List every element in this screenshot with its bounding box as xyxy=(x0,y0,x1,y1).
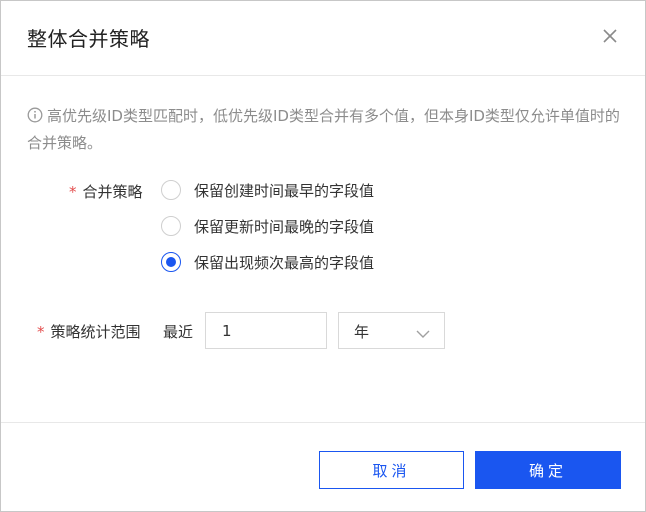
required-mark: * xyxy=(37,323,45,341)
info-notice: 高优先级ID类型匹配时，低优先级ID类型合并有多个值，但本身ID类型仅允许单值时… xyxy=(27,104,623,156)
footer-divider xyxy=(1,422,645,423)
range-value-input[interactable] xyxy=(205,312,327,349)
radio-button[interactable] xyxy=(161,216,181,236)
required-mark: * xyxy=(69,183,77,201)
dialog-header: 整体合并策略 xyxy=(1,1,645,76)
confirm-button[interactable]: 确定 xyxy=(475,451,621,489)
radio-label: 保留出现频次最高的字段值 xyxy=(194,253,375,272)
stat-range-label: * 策略统计范围 xyxy=(37,323,141,341)
radio-option-latest-updated[interactable]: 保留更新时间最晚的字段值 xyxy=(161,214,374,238)
radio-button[interactable] xyxy=(161,180,181,200)
radio-option-most-frequent[interactable]: 保留出现频次最高的字段值 xyxy=(161,250,374,274)
dialog-title: 整体合并策略 xyxy=(27,27,150,51)
radio-label: 保留创建时间最早的字段值 xyxy=(194,181,375,200)
radio-label: 保留更新时间最晚的字段值 xyxy=(194,217,375,236)
radio-button-checked[interactable] xyxy=(161,252,181,272)
cancel-button[interactable]: 取消 xyxy=(319,451,464,489)
unit-select-value: 年 xyxy=(354,323,370,341)
merge-strategy-dialog: 整体合并策略 高优先级ID类型匹配时，低优先级ID类型合并有多个值，但本身ID类… xyxy=(0,0,646,512)
notice-text: 高优先级ID类型匹配时，低优先级ID类型合并有多个值，但本身ID类型仅允许单值时… xyxy=(27,107,620,152)
chevron-down-icon xyxy=(415,325,431,344)
recent-prefix: 最近 xyxy=(163,323,194,341)
merge-strategy-label: * 合并策略 xyxy=(69,183,143,201)
range-unit-select[interactable]: 年 xyxy=(338,312,445,349)
close-icon[interactable] xyxy=(599,25,621,47)
radio-option-earliest-created[interactable]: 保留创建时间最早的字段值 xyxy=(161,178,374,202)
info-icon xyxy=(27,106,43,131)
